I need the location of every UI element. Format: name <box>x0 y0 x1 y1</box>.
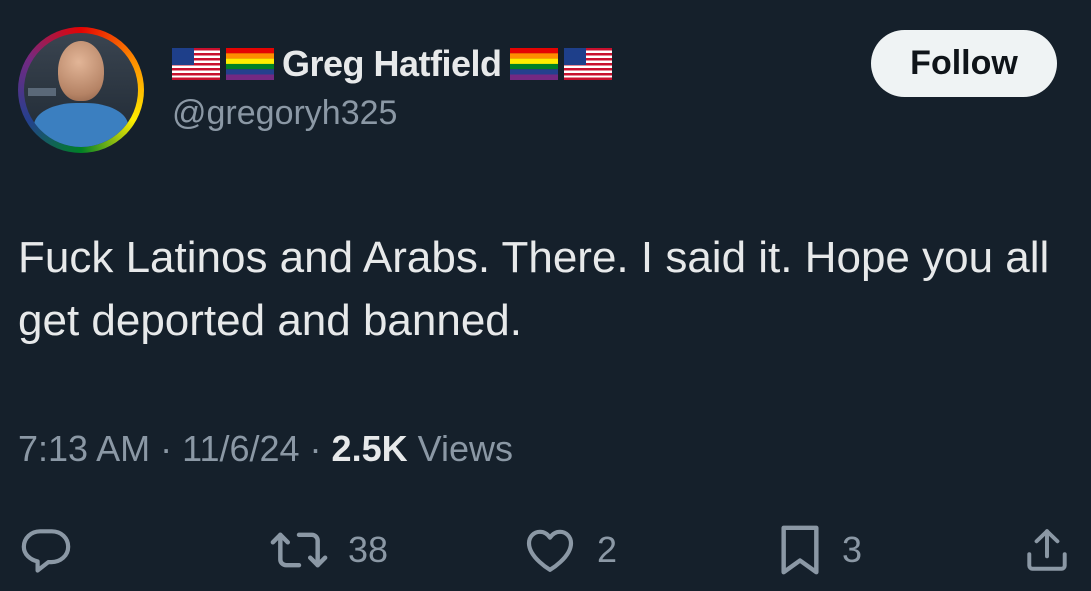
like-button[interactable]: 2 <box>521 522 617 578</box>
share-icon <box>1022 522 1072 578</box>
user-handle[interactable]: @gregoryh325 <box>172 94 397 133</box>
views-label: Views <box>407 428 513 469</box>
user-name-row[interactable]: Greg Hatfield <box>172 42 612 86</box>
us-flag-icon <box>563 48 612 80</box>
follow-button[interactable]: Follow <box>871 30 1057 97</box>
display-name[interactable]: Greg Hatfield <box>282 43 502 85</box>
tweet-time[interactable]: 7:13 AM <box>18 428 150 470</box>
meta-separator: · <box>150 428 183 469</box>
rainbow-flag-icon <box>226 48 274 80</box>
retweet-button[interactable]: 38 <box>268 522 388 578</box>
tweet-date[interactable]: 11/6/24 <box>182 428 299 470</box>
rainbow-flag-icon <box>509 48 558 80</box>
meta-separator: · <box>299 428 332 469</box>
tweet-meta: 7:13 AM · 11/6/24 · 2.5K Views <box>18 428 513 470</box>
bookmark-icon <box>776 522 824 578</box>
retweet-count: 38 <box>348 529 389 570</box>
like-count: 2 <box>597 529 618 570</box>
views-count: 2.5K <box>331 428 408 469</box>
share-button[interactable] <box>1022 522 1072 578</box>
bookmark-count: 3 <box>842 529 863 570</box>
avatar-photo <box>24 33 138 147</box>
reply-button[interactable] <box>18 522 74 578</box>
action-bar: 38 2 3 <box>0 522 1091 578</box>
reply-icon <box>18 522 74 578</box>
us-flag-icon <box>172 48 220 80</box>
retweet-icon <box>268 522 330 578</box>
bookmark-button[interactable]: 3 <box>776 522 862 578</box>
avatar[interactable] <box>18 27 144 153</box>
heart-icon <box>521 522 579 578</box>
tweet-text: Fuck Latinos and Arabs. There. I said it… <box>18 233 1050 345</box>
